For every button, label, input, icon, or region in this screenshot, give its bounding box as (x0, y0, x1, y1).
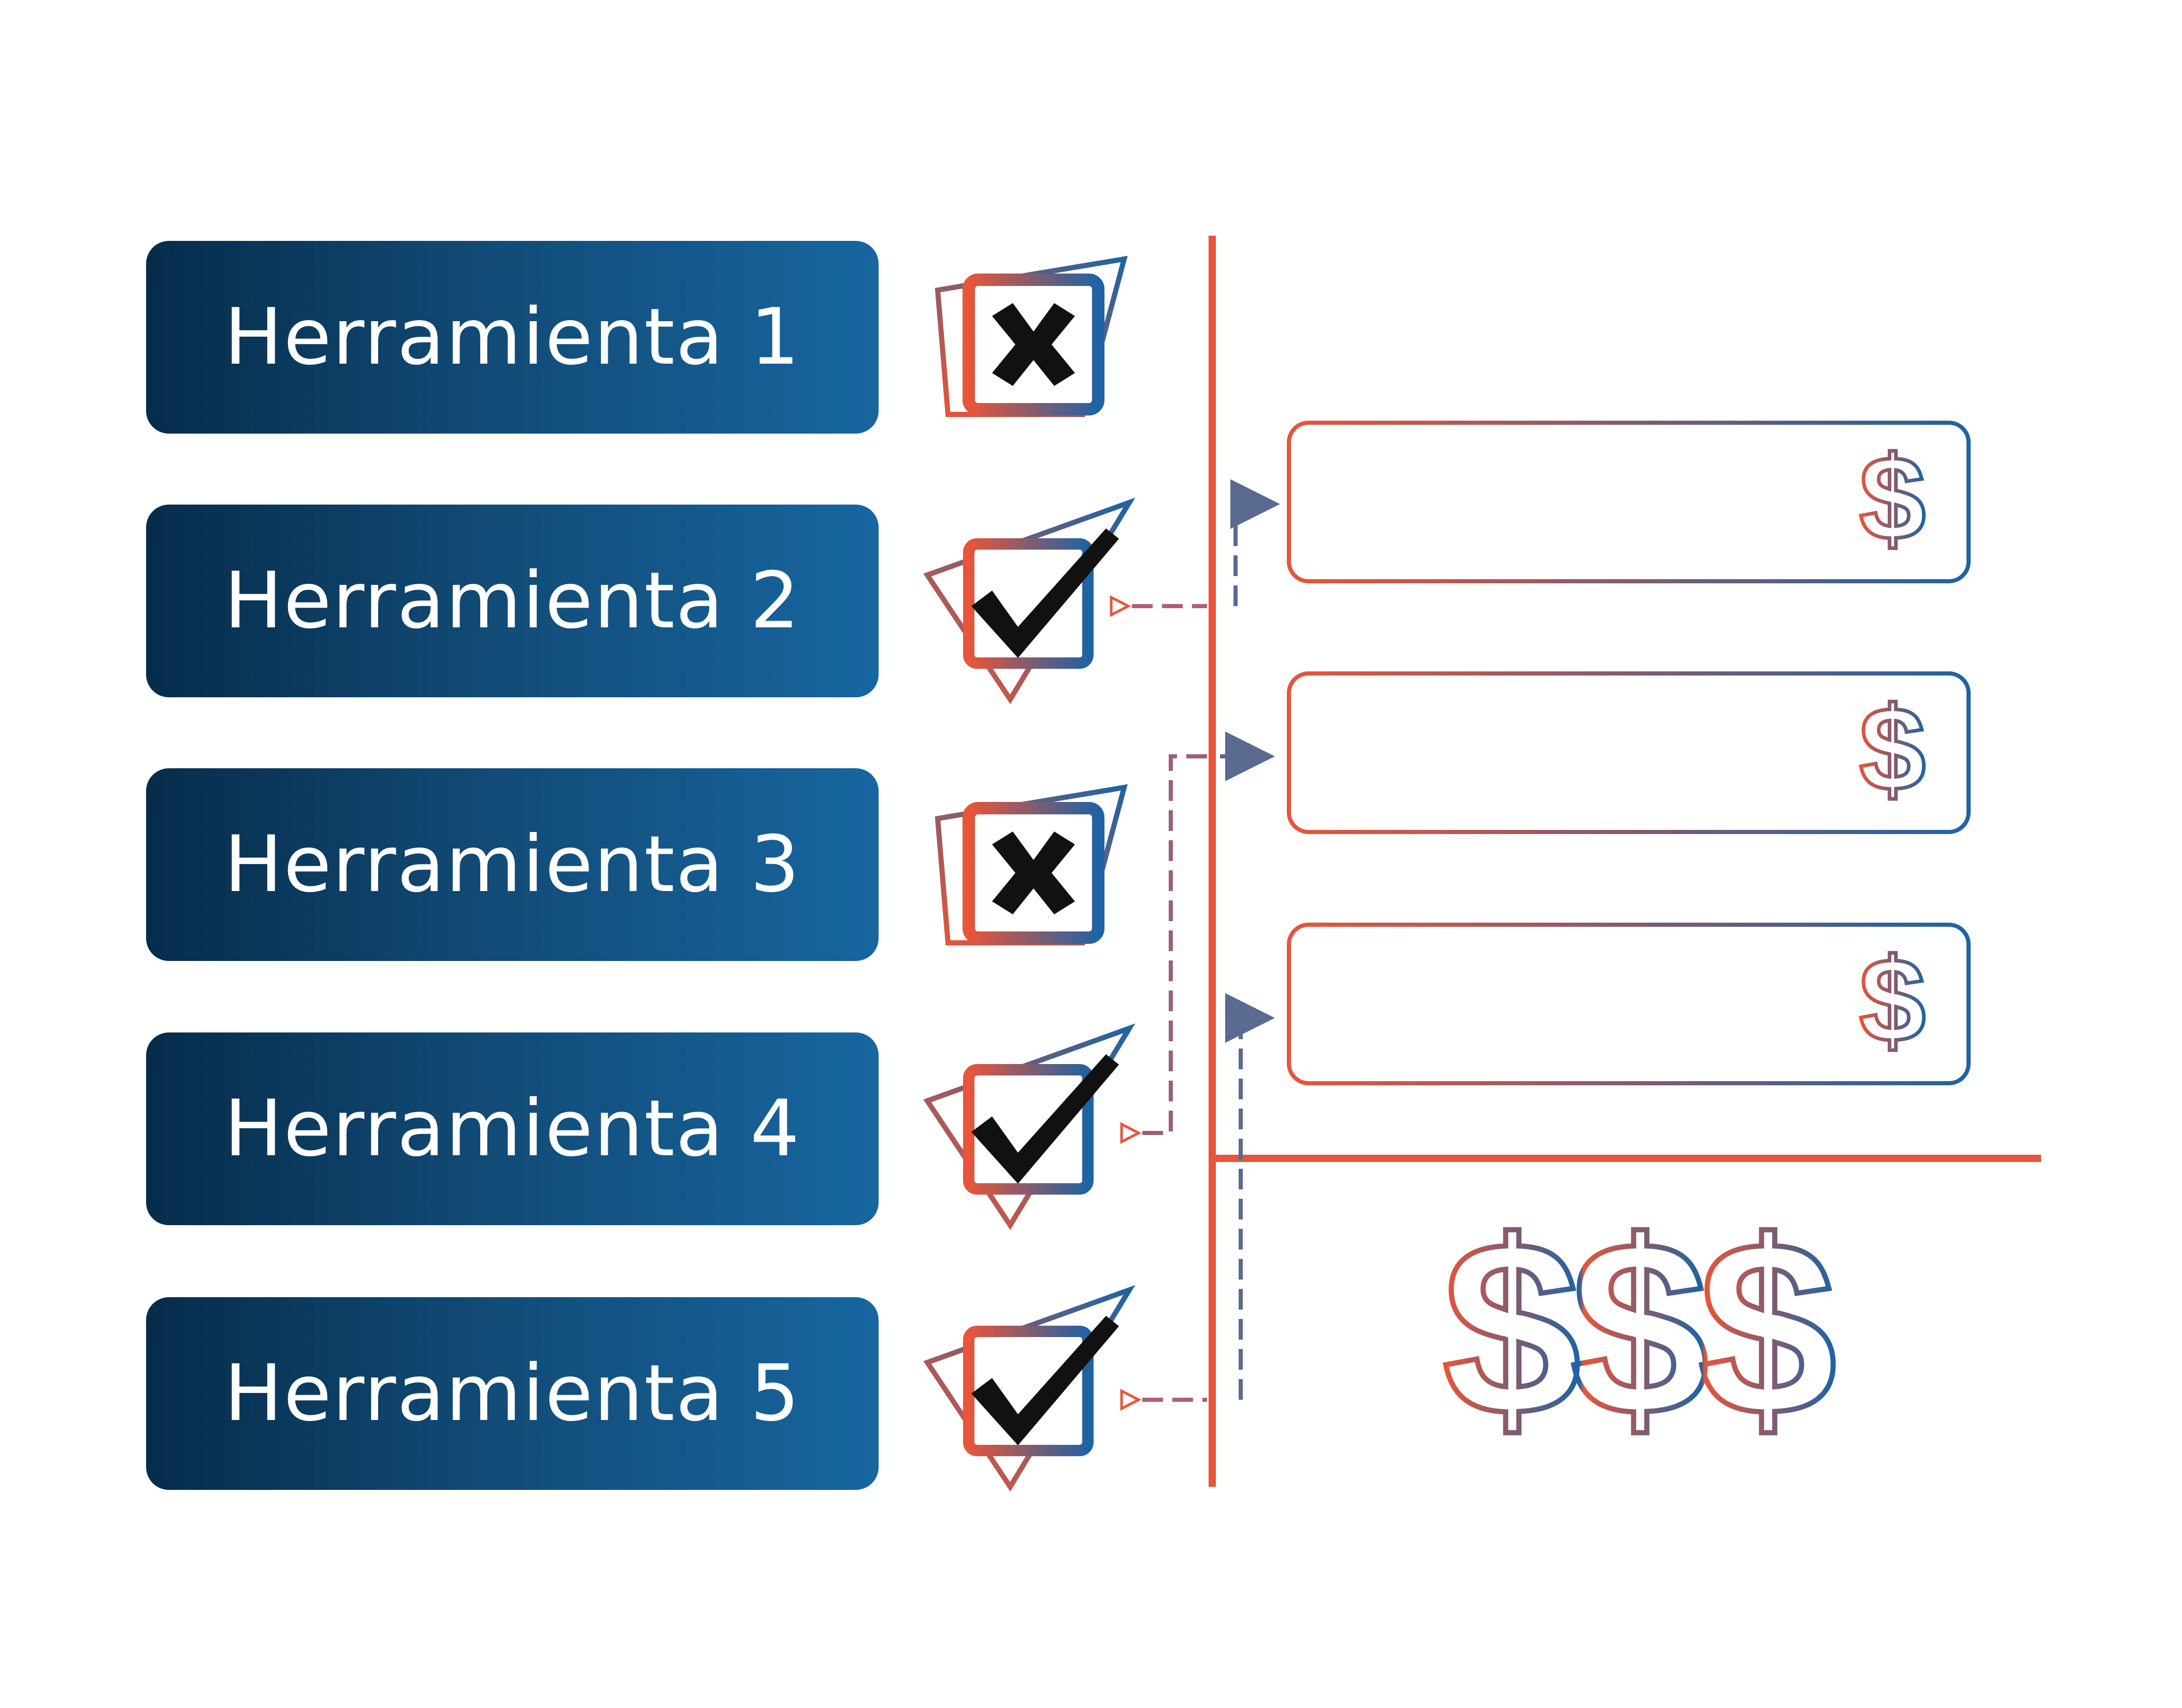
check-mark-icon (923, 1023, 1136, 1230)
check-mark-icon (923, 1285, 1136, 1492)
cost-box-3: $ (1286, 922, 1971, 1086)
x-mark-icon (935, 255, 1128, 417)
dollar-signs-icon: $$$ (1443, 1207, 1834, 1456)
check-mark-icon (923, 497, 1136, 705)
dollar-icon: $ (1859, 934, 1926, 1067)
totals-dollar-signs: $$$ (1388, 1186, 1880, 1470)
x-mark-icon (935, 784, 1128, 945)
connector-tool2-box1 (1110, 479, 1280, 618)
cost-box-1: $ (1286, 420, 1971, 584)
cost-box-2: $ (1286, 671, 1971, 835)
connector-tool4-box2 (1120, 731, 1275, 1144)
dollar-icon: $ (1859, 682, 1926, 815)
dollar-icon: $ (1859, 432, 1926, 565)
connector-tool5-box3 (1120, 993, 1275, 1411)
